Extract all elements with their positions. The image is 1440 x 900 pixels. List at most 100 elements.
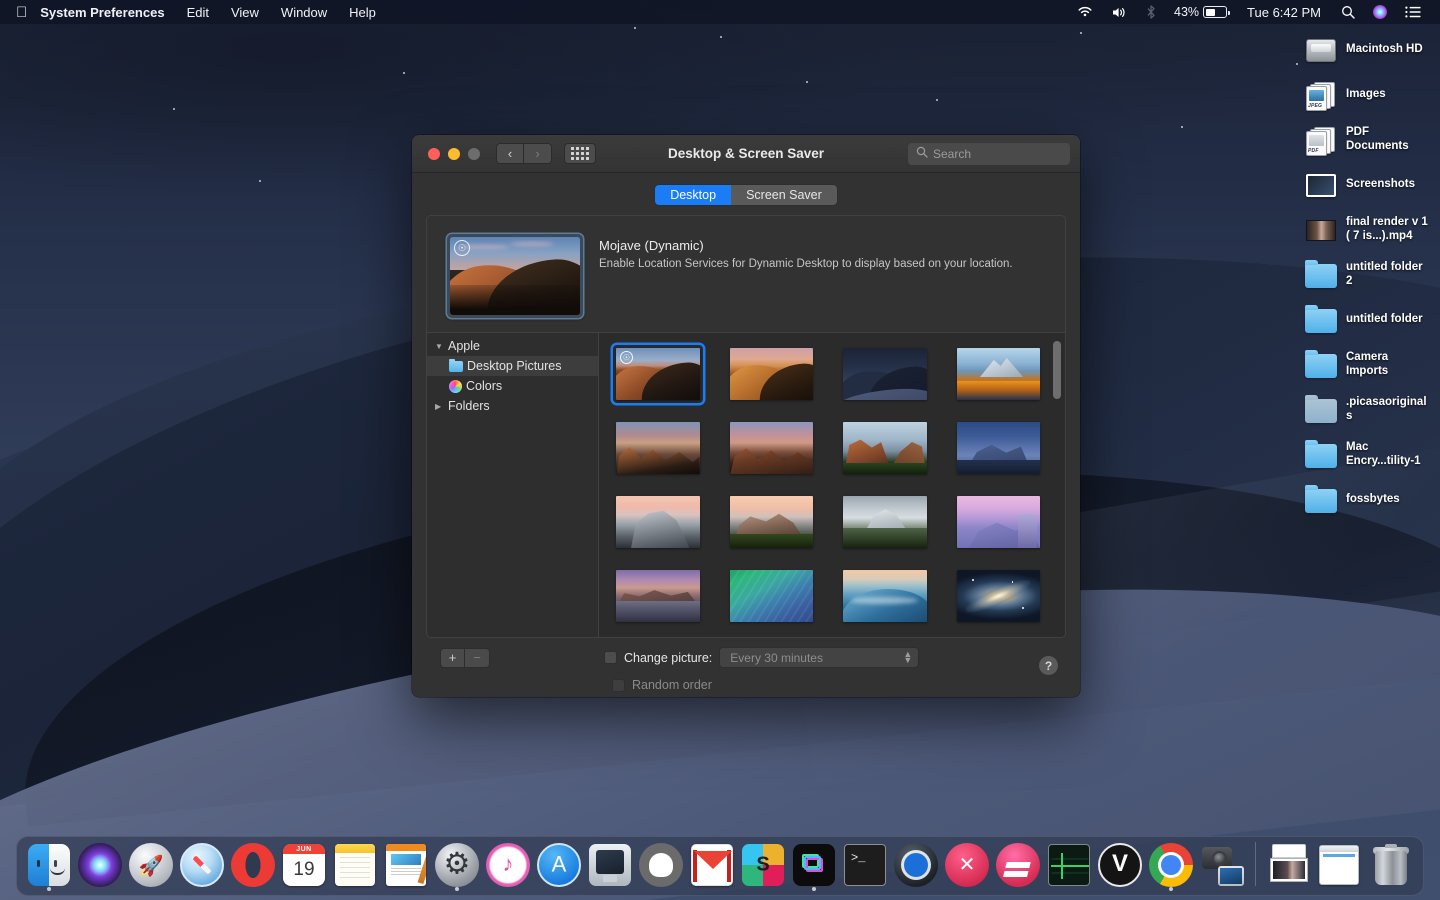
desktop-icon-images[interactable]: JPEG Images (1300, 75, 1436, 115)
sidebar-item-colors[interactable]: Colors (427, 376, 598, 396)
dock-item-quicktime[interactable] (892, 838, 940, 892)
search-field[interactable]: Search (908, 142, 1070, 165)
zoom-button[interactable] (468, 147, 480, 160)
dock-stack-documents[interactable] (1316, 838, 1364, 892)
add-folder-button[interactable]: + (440, 647, 465, 668)
siri-icon[interactable] (1364, 0, 1396, 24)
menu-item-view[interactable]: View (220, 0, 270, 24)
list-icon[interactable] (1396, 0, 1430, 24)
dock-item-calendar[interactable]: JUN 19 (280, 838, 328, 892)
desktop-icon-macintosh-hd[interactable]: Macintosh HD (1300, 30, 1436, 70)
wallpaper-thumb-sierra-2[interactable] (727, 419, 817, 477)
dock-item-chrome[interactable] (1147, 838, 1195, 892)
wallpaper-thumb-wave-blue[interactable] (840, 567, 930, 625)
chevron-right-icon[interactable]: › (524, 143, 552, 164)
chevron-down-icon[interactable]: ▼ (435, 342, 444, 351)
sidebar-item-apple[interactable]: ▼ Apple (427, 336, 598, 356)
desktop-icon-final-render[interactable]: final render v 1 ( 7 is...).mp4 (1300, 210, 1436, 250)
sidebar-item-folders[interactable]: ▶ Folders (427, 396, 598, 416)
desktop-icon-pdf-documents[interactable]: PDF PDF Documents (1300, 120, 1436, 160)
menu-bar-clock[interactable]: Tue 6:42 PM (1236, 5, 1332, 20)
dock-item-layers[interactable] (790, 838, 838, 892)
desktop-icon-fossbytes[interactable]: fossbytes (1300, 480, 1436, 520)
dock-item-virtualbox[interactable] (586, 838, 634, 892)
dock-item-sketch[interactable] (994, 838, 1042, 892)
sidebar-item-desktop-pictures[interactable]: Desktop Pictures (427, 356, 598, 376)
menu-item-edit[interactable]: Edit (176, 0, 220, 24)
dock-item-opera[interactable] (229, 838, 277, 892)
scrollbar-thumb[interactable] (1053, 341, 1061, 399)
dock-item-siri[interactable] (76, 838, 124, 892)
dock-item-trash[interactable] (1367, 838, 1415, 892)
dock-item-redx[interactable] (943, 838, 991, 892)
window-title-bar[interactable]: ‹ › Desktop & Screen Saver Search (412, 135, 1080, 173)
search-icon[interactable] (1332, 0, 1364, 24)
wallpaper-thumb-yosemite[interactable] (613, 493, 703, 551)
change-interval-select[interactable]: Every 30 minutes ▲ ▼ (719, 647, 920, 668)
dock-item-gmail[interactable] (688, 838, 736, 892)
dock-item-notes[interactable] (331, 838, 379, 892)
dock-item-finder[interactable] (25, 838, 73, 892)
dock-item-system-preferences[interactable] (433, 838, 481, 892)
menu-item-system-preferences[interactable]: System Preferences (40, 0, 175, 24)
bluetooth-icon[interactable] (1137, 0, 1165, 24)
system-preferences-window[interactable]: ‹ › Desktop & Screen Saver Search Deskto… (412, 135, 1080, 697)
dock-item-evernote[interactable] (637, 838, 685, 892)
dock-item-itunes[interactable] (484, 838, 532, 892)
wallpaper-thumb-el-capitan-2[interactable] (954, 419, 1044, 477)
show-all-grid-icon[interactable] (564, 143, 596, 164)
apple-logo-icon[interactable]:  (0, 0, 40, 24)
wallpaper-thumb-andromeda[interactable] (954, 567, 1044, 625)
current-wallpaper-thumbnail[interactable]: ☉ (447, 234, 583, 318)
dock-item-terminal[interactable] (841, 838, 889, 892)
wallpaper-thumb-mojave-dynamic[interactable]: ☉ (613, 345, 703, 403)
desktop-icon-untitled-folder[interactable]: untitled folder (1300, 300, 1436, 340)
running-indicator (1169, 887, 1173, 891)
desktop-icon-screenshots[interactable]: Screenshots (1300, 165, 1436, 205)
wallpaper-thumb-high-sierra[interactable] (954, 345, 1044, 403)
dock-item-launchpad[interactable] (127, 838, 175, 892)
image-stack-icon: JPEG (1304, 78, 1338, 112)
wallpaper-thumb-mojave-day[interactable] (727, 345, 817, 403)
help-button[interactable]: ? (1039, 656, 1058, 675)
wallpaper-thumb-mavericks[interactable] (613, 567, 703, 625)
wallpaper-grid-scrollbar[interactable] (1053, 339, 1061, 631)
wallpaper-thumb-mojave-night[interactable] (840, 345, 930, 403)
dock-item-activity-monitor[interactable] (1045, 838, 1093, 892)
dock-item-safari[interactable] (178, 838, 226, 892)
dock-item-image-capture[interactable] (1198, 838, 1246, 892)
remove-folder-button[interactable]: − (465, 647, 490, 668)
dock-item-pages[interactable] (382, 838, 430, 892)
wallpaper-thumb-el-capitan[interactable] (840, 419, 930, 477)
chevron-right-icon[interactable]: ▶ (435, 402, 444, 411)
menu-item-help[interactable]: Help (338, 0, 387, 24)
tab-bar: Desktop Screen Saver (426, 185, 1066, 205)
tab-desktop[interactable]: Desktop (655, 185, 732, 205)
wallpaper-thumb-yosemite-2[interactable] (727, 493, 817, 551)
close-button[interactable] (428, 147, 440, 160)
chevron-left-icon[interactable]: ‹ (496, 143, 524, 164)
desktop-icon-mac-encryption-utility[interactable]: Mac Encry...tility-1 (1300, 435, 1436, 475)
wallpaper-grid-container[interactable]: ☉ (599, 333, 1065, 637)
tab-screen-saver[interactable]: Screen Saver (731, 185, 837, 205)
dock-item-app-store[interactable] (535, 838, 583, 892)
dock-item-slack[interactable]: S (739, 838, 787, 892)
menu-item-window[interactable]: Window (270, 0, 338, 24)
wifi-icon[interactable] (1068, 0, 1102, 24)
desktop-icon-picasaoriginals[interactable]: .picasaoriginals (1300, 390, 1436, 430)
minimize-button[interactable] (448, 147, 460, 160)
dock-item-vivaldi[interactable] (1096, 838, 1144, 892)
slack-letter: S (756, 853, 770, 876)
volume-icon[interactable] (1102, 0, 1137, 24)
random-order-checkbox[interactable] (612, 678, 625, 692)
battery-percent-label: 43% (1174, 5, 1200, 19)
desktop-icon-untitled-folder-2[interactable]: untitled folder 2 (1300, 255, 1436, 295)
desktop-icon-camera-imports[interactable]: Camera Imports (1300, 345, 1436, 385)
wallpaper-thumb-wave-green[interactable] (727, 567, 817, 625)
wallpaper-thumb-yosemite-4[interactable] (954, 493, 1044, 551)
dock-stack-pictures[interactable] (1265, 838, 1313, 892)
wallpaper-thumb-yosemite-3[interactable] (840, 493, 930, 551)
wallpaper-thumb-sierra[interactable] (613, 419, 703, 477)
change-picture-checkbox[interactable] (604, 651, 617, 664)
battery-status[interactable]: 43% (1165, 0, 1236, 24)
